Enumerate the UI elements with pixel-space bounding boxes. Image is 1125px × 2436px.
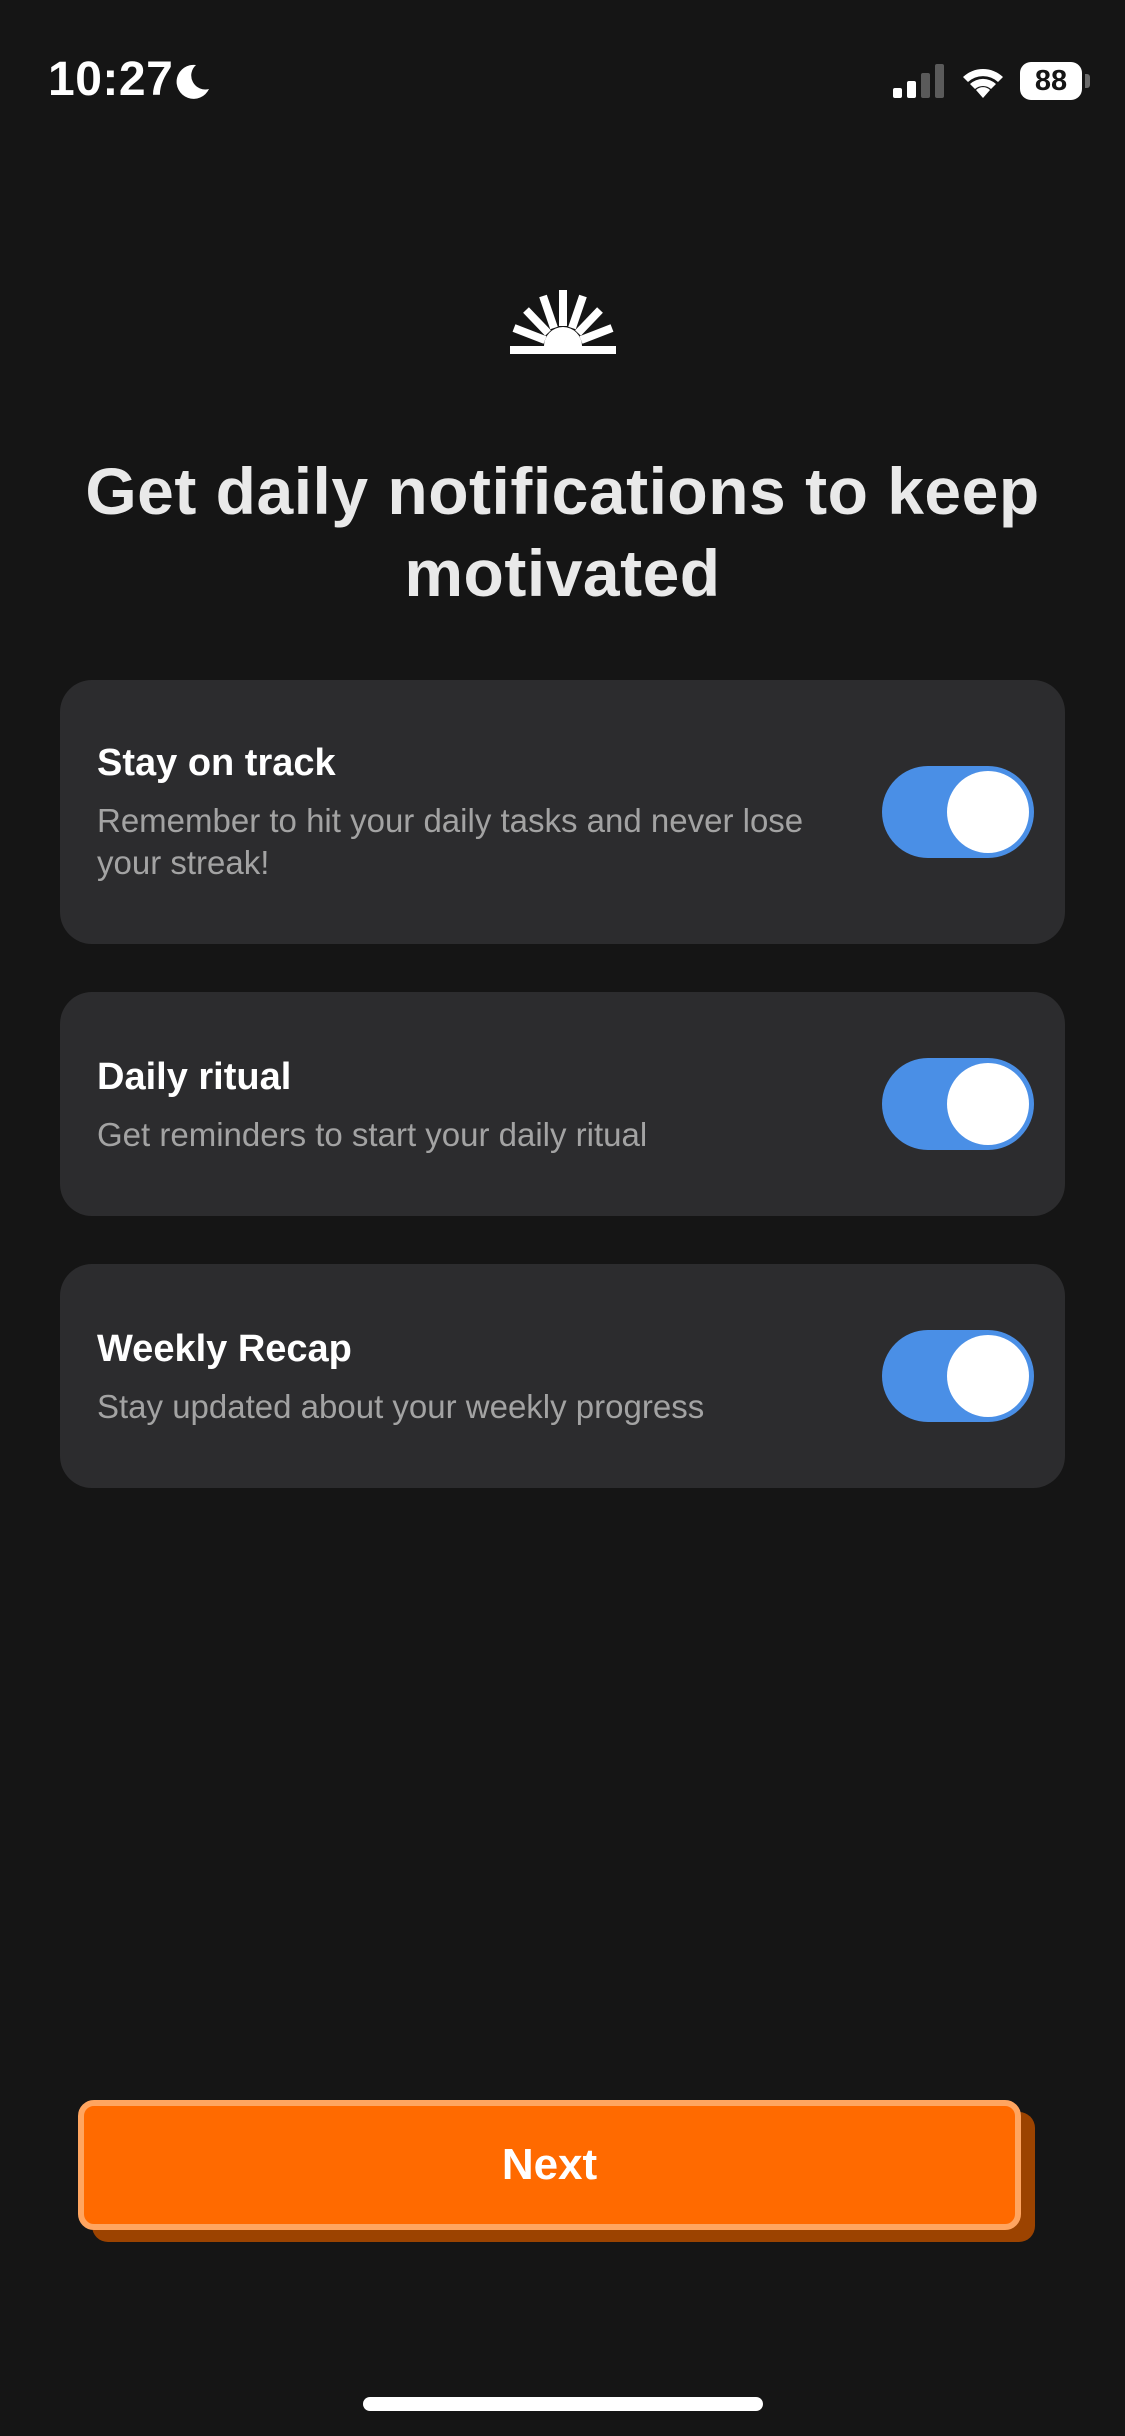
wifi-icon [963,69,1003,98]
stay-on-track-toggle[interactable] [882,766,1034,858]
toggle-knob [947,1063,1029,1145]
battery-icon: 88 [1020,62,1090,100]
signal-icon [893,64,944,98]
option-description: Stay updated about your weekly progress [97,1388,705,1425]
status-bar: 10:27 88 [0,0,1125,150]
option-description: Remember to hit your daily tasks and nev… [97,802,804,881]
weekly-recap-toggle[interactable] [882,1330,1034,1422]
page-title: Get daily notifications to keep motivate… [85,454,1040,610]
daily-ritual-toggle[interactable] [882,1058,1034,1150]
notification-option-weekly-recap: Weekly Recap Stay updated about your wee… [60,1264,1065,1488]
option-title: Stay on track [97,742,336,784]
toggle-knob [947,1335,1029,1417]
notification-option-daily-ritual: Daily ritual Get reminders to start your… [60,992,1065,1216]
option-title: Daily ritual [97,1056,292,1098]
moon-icon [176,64,209,99]
status-time: 10:27 [48,53,174,106]
option-title: Weekly Recap [97,1328,352,1370]
toggle-knob [947,771,1029,853]
home-indicator[interactable] [363,2397,763,2411]
next-button[interactable]: Next [78,2100,1021,2230]
battery-level: 88 [1020,62,1082,100]
battery-tip [1085,74,1090,88]
notification-option-stay-on-track: Stay on track Remember to hit your daily… [60,680,1065,944]
option-description: Get reminders to start your daily ritual [97,1116,648,1153]
sun-rays-icon [510,290,616,354]
